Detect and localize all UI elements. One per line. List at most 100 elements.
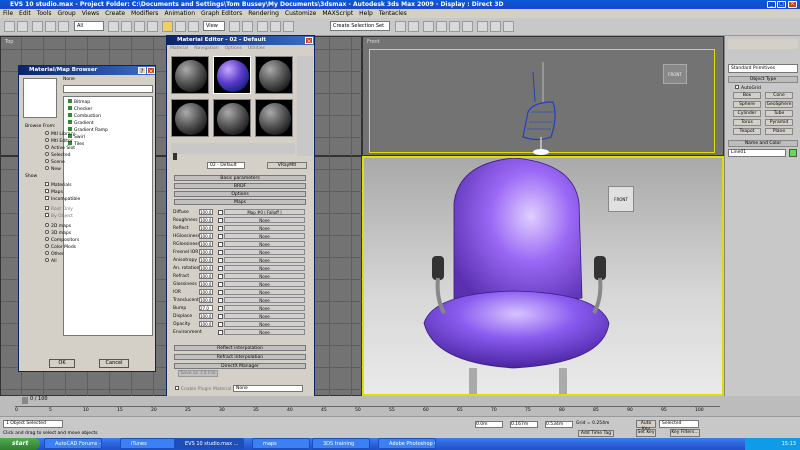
menu-file[interactable]: File [3,10,13,17]
map-row-slot[interactable]: None [224,265,305,271]
map-row-checkbox[interactable] [218,330,223,335]
map-type-option[interactable]: 3D maps [45,230,71,237]
map-row-amount[interactable]: 100.0 [199,233,213,239]
map-row-amount[interactable]: 100.0 [199,217,213,223]
menu-graph-editors[interactable]: Graph Editors [201,10,242,17]
show-option[interactable]: Incompatible [45,196,80,203]
map-row-checkbox[interactable] [218,274,223,279]
schematic-icon[interactable] [449,21,460,32]
manipulate-icon[interactable] [242,21,253,32]
browse-option[interactable]: New [45,166,61,173]
map-row-checkbox[interactable] [218,314,223,319]
material-editor-icon[interactable] [462,21,473,32]
window-crossing-icon[interactable] [147,21,158,32]
map-row-amount[interactable]: 100.0 [199,265,213,271]
rotate-icon[interactable] [175,21,186,32]
quick-render-icon[interactable] [503,21,514,32]
map-row-slot[interactable]: None [224,233,305,239]
material-slot[interactable] [255,99,293,137]
map-list[interactable]: Bitmap Checker Combustion Gradient Gradient … [63,96,153,336]
map-row-slot[interactable]: None [224,321,305,327]
align-icon[interactable] [408,21,419,32]
map-row-checkbox[interactable] [218,234,223,239]
rollout-options[interactable]: Options [174,191,306,197]
viewport-perspective[interactable]: FRONT [362,156,724,396]
map-row-amount[interactable]: 100.0 [199,241,213,247]
move-icon[interactable] [162,21,173,32]
minimize-icon[interactable]: _ [767,1,776,8]
create-teapot-button[interactable]: Teapot [733,128,761,135]
map-list-item[interactable]: Gradient [68,120,94,127]
material-name-field[interactable]: 02 - Default [207,162,245,169]
mat-menu-item[interactable]: Options [225,46,242,51]
named-selection-set[interactable]: Create Selection Set [330,21,390,31]
map-type-option[interactable]: 2D maps [45,223,71,230]
browser-close-icon[interactable]: × [147,67,155,75]
add-time-tag-button[interactable]: Add Time Tag [578,430,614,437]
rollout-brdf[interactable]: BRDF [174,183,306,189]
region-select-icon[interactable] [134,21,145,32]
object-type-rollout[interactable]: Object Type [728,76,798,83]
show-option[interactable]: Materials [45,182,72,189]
create-box-button[interactable]: Box [733,92,761,99]
object-color-swatch[interactable] [789,149,797,157]
menu-views[interactable]: Views [82,10,99,17]
map-type-option[interactable]: Color Mods [45,244,76,251]
map-row-checkbox[interactable] [218,210,223,215]
mat-close-icon[interactable]: × [305,37,313,45]
map-row-amount[interactable]: 100.0 [199,257,213,263]
map-row-checkbox[interactable] [218,218,223,223]
map-row-checkbox[interactable] [218,282,223,287]
map-row-checkbox[interactable] [218,306,223,311]
save-fx-button[interactable]: Save as .FX File [178,370,218,377]
redo-icon[interactable] [17,21,28,32]
map-type-option[interactable]: Other [45,251,64,258]
viewcube-persp[interactable]: FRONT [608,186,634,212]
curve-editor-icon[interactable] [436,21,447,32]
menu-help[interactable]: Help [359,10,373,17]
autogrid-checkbox[interactable]: AutoGrid [735,85,761,91]
rollout-directx-manager[interactable]: DirectX Manager [174,363,306,369]
menu-edit[interactable]: Edit [19,10,31,17]
layer-icon[interactable] [423,21,434,32]
map-row-amount[interactable]: 100.0 [199,289,213,295]
map-row-slot[interactable]: None [224,297,305,303]
map-row-slot[interactable]: None [224,305,305,311]
map-row-checkbox[interactable] [218,322,223,327]
map-row-checkbox[interactable] [218,250,223,255]
taskbar-item[interactable]: EVS 10 studio.max ... [174,438,244,449]
viewcube[interactable]: FRONT [663,64,687,84]
map-row-amount[interactable]: 100.0 [199,321,213,327]
render-setup-icon[interactable] [477,21,488,32]
map-row-slot[interactable]: None [224,241,305,247]
create-pyramid-button[interactable]: Pyramid [765,119,793,126]
set-key-button[interactable]: Set Key [636,429,656,437]
unlink-icon[interactable] [45,21,56,32]
taskbar-item[interactable]: AutoCAD Forums - Po... [44,438,102,449]
pick-material-icon[interactable] [173,153,177,160]
snap-icon[interactable] [257,21,268,32]
x-coord[interactable]: 0.0m [475,421,503,428]
map-type-option[interactable]: All [45,258,57,265]
material-slot[interactable] [171,56,209,94]
menu-modifiers[interactable]: Modifiers [131,10,158,17]
map-row-slot[interactable]: None [224,313,305,319]
close-icon[interactable]: × [788,1,797,8]
selection-filter-dropdown[interactable]: All [74,21,104,31]
taskbar-item[interactable]: 3DS training [312,438,370,449]
z-coord[interactable]: 0.534m [545,421,573,428]
map-row-slot[interactable]: Map #0 ( Falloff ) [224,209,305,215]
link-icon[interactable] [32,21,43,32]
mirror-icon[interactable] [395,21,406,32]
enable-plugin-checkbox[interactable]: Enable Plugin Material [175,386,231,392]
map-row-slot[interactable]: None [224,225,305,231]
viewport-front[interactable]: Front FRONT [362,36,724,156]
map-row-amount[interactable]: 100.0 [199,273,213,279]
map-row-slot[interactable]: None [224,329,305,335]
map-row-checkbox[interactable] [218,266,223,271]
maximize-icon[interactable]: □ [777,1,786,8]
timeline[interactable]: 0 / 100 0 5 10 15 20 25 30 35 40 45 50 55 60 65 70 75 80… [0,396,800,416]
select-by-name-icon[interactable] [121,21,132,32]
taskbar-item[interactable]: Adobe Photoshop CS... [378,438,436,449]
map-row-checkbox[interactable] [218,242,223,247]
